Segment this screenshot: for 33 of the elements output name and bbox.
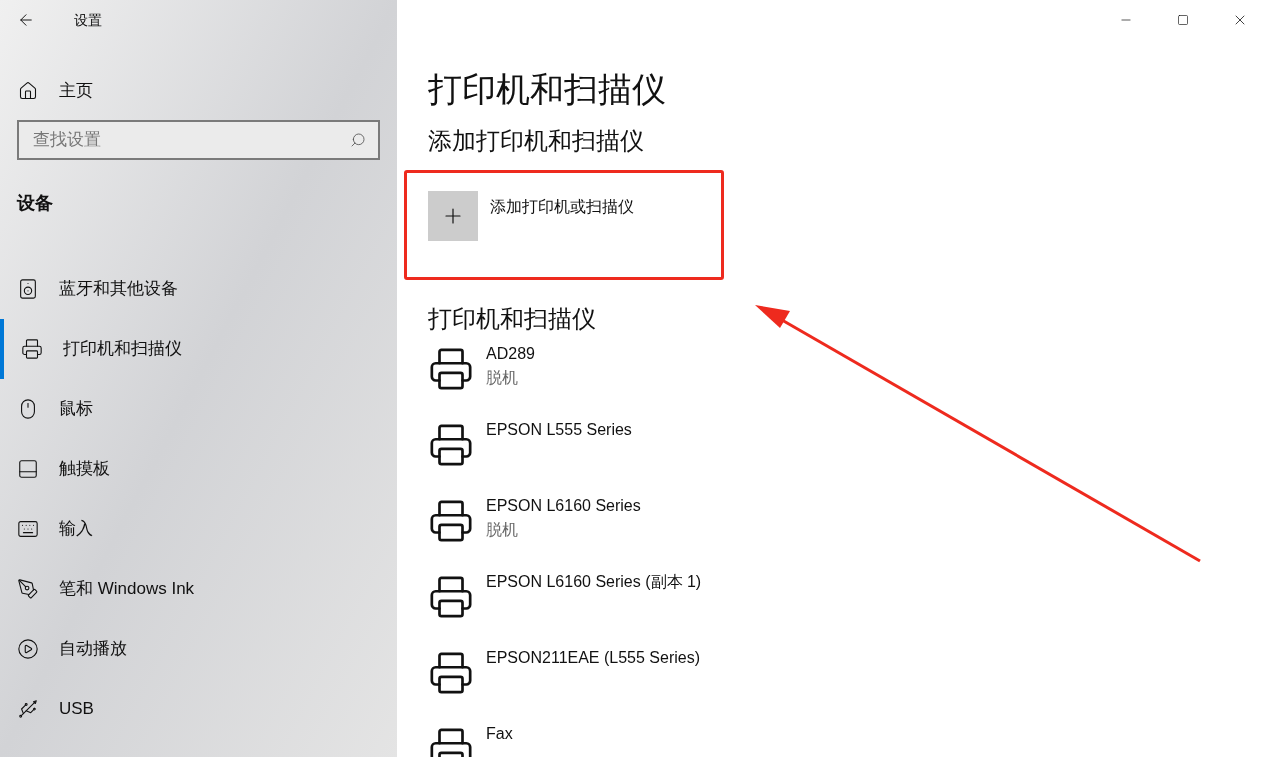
sidebar-item[interactable]: 自动播放	[0, 619, 397, 679]
pen-icon	[17, 578, 39, 600]
sidebar-item[interactable]: 打印机和扫描仪	[0, 319, 397, 379]
section-heading: 添加打印机和扫描仪	[428, 126, 644, 156]
search-field[interactable]: 查找设置	[17, 120, 380, 160]
printer-icon	[428, 346, 474, 392]
touchpad-icon	[17, 458, 39, 480]
sidebar-item[interactable]: 蓝牙和其他设备	[0, 259, 397, 319]
printer-icon	[21, 338, 43, 360]
sidebar-item[interactable]: 鼠标	[0, 379, 397, 439]
printer-icon	[428, 650, 474, 696]
sidebar-item[interactable]: 输入	[0, 499, 397, 559]
home-icon	[18, 81, 38, 101]
printer-status: 脱机	[486, 368, 519, 388]
plus-tile-icon	[428, 191, 478, 241]
search-icon	[350, 132, 366, 148]
page-title: 打印机和扫描仪	[428, 69, 666, 110]
keyboard-icon	[17, 518, 39, 540]
add-printer-button[interactable]: 添加打印机或扫描仪	[428, 191, 634, 241]
printer-icon	[428, 498, 474, 544]
section-heading: 设备	[17, 192, 54, 215]
sidebar-item[interactable]: 触摸板	[0, 439, 397, 499]
home-link[interactable]: 主页	[0, 71, 397, 111]
sidebar-item[interactable]: USB	[0, 679, 397, 739]
play-circle-icon	[17, 638, 39, 660]
printer-icon	[428, 422, 474, 468]
printer-icon	[428, 574, 474, 620]
maximize-icon	[1176, 14, 1189, 26]
section-heading: 打印机和扫描仪	[428, 304, 596, 334]
printer-status: 脱机	[486, 520, 519, 540]
window-title: 设置	[74, 10, 102, 30]
usb-icon	[17, 698, 39, 720]
sidebar-item[interactable]: 笔和 Windows Ink	[0, 559, 397, 619]
